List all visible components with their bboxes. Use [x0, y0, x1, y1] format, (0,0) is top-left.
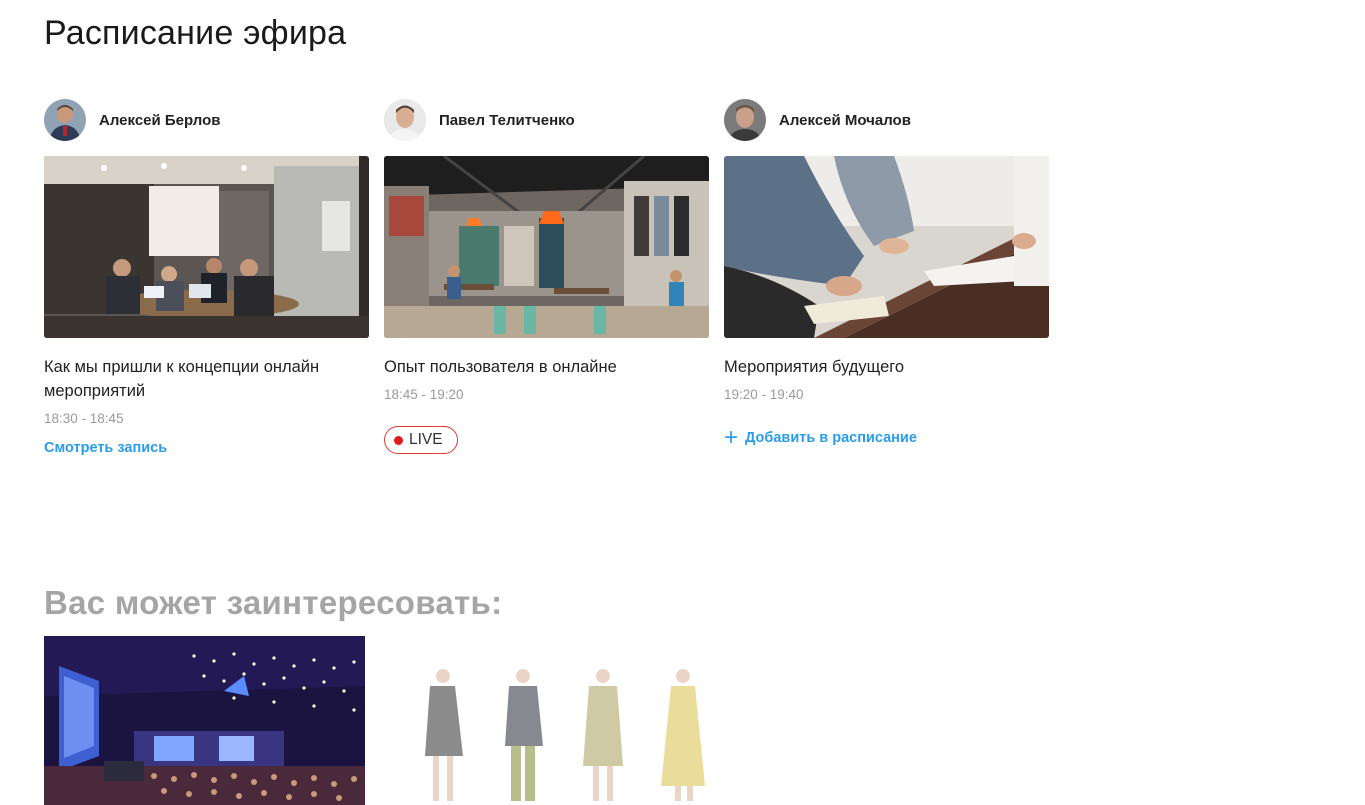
talk-time: 18:45 - 19:20 [384, 387, 464, 402]
recommendation-thumbnail[interactable] [44, 636, 365, 805]
recommendation-thumbnail[interactable] [385, 636, 706, 805]
add-to-schedule-label: Добавить в расписание [745, 430, 917, 446]
video-thumbnail[interactable] [384, 156, 709, 338]
schedule-list: Алексей Берлов Как мы пришли к концепции… [44, 98, 1049, 457]
speaker-avatar[interactable] [724, 99, 766, 141]
talk-title[interactable]: Как мы пришли к концепции онлайн меропри… [44, 355, 369, 403]
talk-time: 18:30 - 18:45 [44, 411, 124, 426]
speaker-name[interactable]: Павел Телитченко [439, 112, 575, 129]
speaker-avatar[interactable] [384, 99, 426, 141]
speaker-row: Алексей Мочалов [724, 98, 1049, 142]
schedule-card: Алексей Мочалов Мероприятия будущего 19:… [724, 98, 1049, 457]
talk-title[interactable]: Опыт пользователя в онлайне [384, 355, 709, 379]
live-label: LIVE [409, 431, 443, 448]
speaker-name[interactable]: Алексей Берлов [99, 112, 221, 129]
add-to-schedule-button[interactable]: + Добавить в расписание [724, 426, 917, 450]
speaker-name[interactable]: Алексей Мочалов [779, 112, 911, 129]
talk-title[interactable]: Мероприятия будущего [724, 355, 1049, 379]
video-thumbnail[interactable] [724, 156, 1049, 338]
speaker-row: Алексей Берлов [44, 98, 369, 142]
speaker-avatar[interactable] [44, 99, 86, 141]
schedule-card: Павел Телитченко Опыт пользователя в онл… [384, 98, 709, 457]
live-dot-icon [394, 435, 403, 445]
video-thumbnail[interactable] [44, 156, 369, 338]
plus-icon: + [724, 424, 739, 451]
recommendations-list [44, 636, 706, 805]
recommendations-title: Вас может заинтересовать: [44, 584, 503, 621]
watch-recording-link[interactable]: Смотреть запись [44, 440, 167, 456]
schedule-card: Алексей Берлов Как мы пришли к концепции… [44, 98, 369, 457]
page-title: Расписание эфира [44, 14, 347, 52]
speaker-row: Павел Телитченко [384, 98, 709, 142]
talk-time: 19:20 - 19:40 [724, 387, 804, 402]
live-badge[interactable]: LIVE [384, 426, 458, 454]
